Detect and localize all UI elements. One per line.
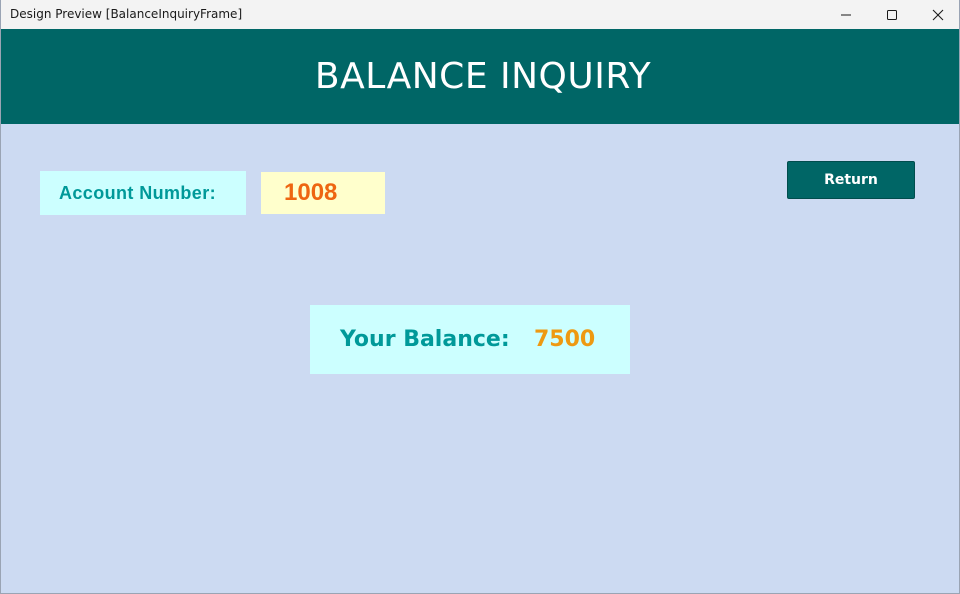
header-banner: BALANCE INQUIRY [1, 29, 959, 124]
title-bar[interactable]: Design Preview [BalanceInquiryFrame] [1, 0, 959, 29]
maximize-button[interactable] [869, 0, 915, 29]
maximize-icon [887, 9, 897, 20]
window-title: Design Preview [BalanceInquiryFrame] [10, 7, 243, 21]
account-number-label: Account Number: [59, 182, 217, 203]
app-window: Design Preview [BalanceInquiryFrame] BAL… [0, 0, 960, 594]
balance-value: 7500 [534, 327, 596, 352]
minimize-button[interactable] [823, 0, 869, 29]
account-number-value: 1008 [284, 179, 338, 206]
close-button[interactable] [915, 0, 959, 29]
minimize-icon [841, 14, 851, 15]
account-number-value-box: 1008 [261, 172, 385, 214]
close-icon [932, 9, 944, 20]
page-title: BALANCE INQUIRY [314, 56, 652, 97]
balance-label: Your Balance: [340, 327, 510, 352]
return-button[interactable]: Return [787, 161, 915, 199]
account-number-label-box: Account Number: [40, 171, 246, 215]
balance-panel: Your Balance: 7500 [310, 305, 630, 374]
